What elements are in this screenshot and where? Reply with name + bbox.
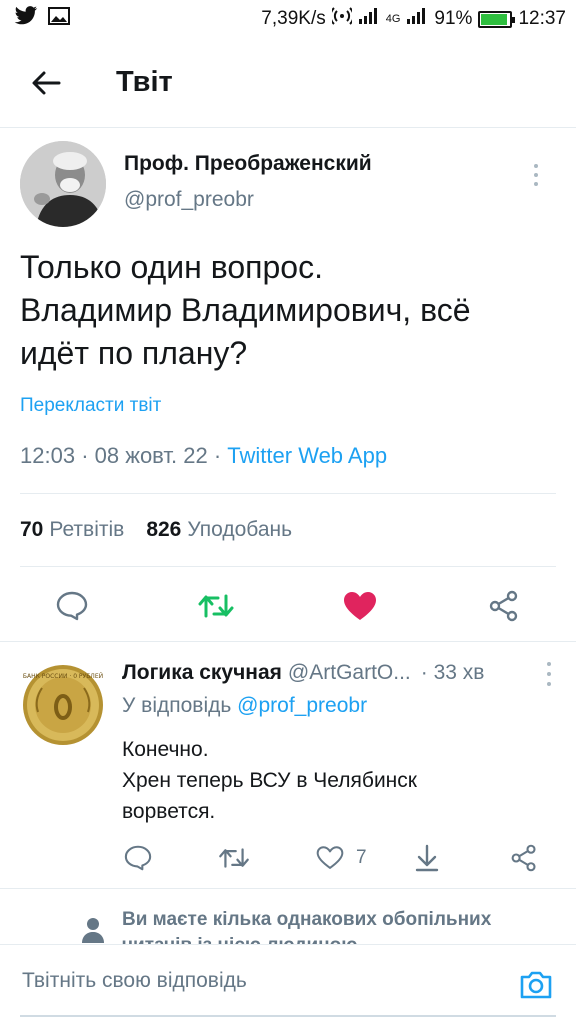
reply-reply-button[interactable] <box>124 840 152 876</box>
reply-text: Конечно. Хрен теперь ВСУ в Челябинск вор… <box>122 734 417 827</box>
hotspot-icon <box>329 7 355 31</box>
like-button[interactable] <box>340 586 380 626</box>
battery-icon <box>478 10 516 28</box>
signal-icon-2 <box>406 7 428 31</box>
tweet-meta: 12:03 · 08 жовт. 22 · Twitter Web App <box>20 443 388 468</box>
author-avatar[interactable] <box>20 141 106 227</box>
back-button[interactable] <box>16 53 76 113</box>
reply-to-line: У відповідь @prof_preobr <box>122 694 367 718</box>
reply-to-mention[interactable]: @prof_preobr <box>237 694 367 717</box>
app-header: Твіт <box>0 38 576 128</box>
reply-save-button[interactable] <box>414 840 440 876</box>
reply-author-name[interactable]: Логика скучная <box>122 661 282 685</box>
tweet-text: Только один вопрос. Владимир Владимирови… <box>20 246 556 375</box>
arrow-left-icon <box>32 71 61 94</box>
reply-text-line: Конечно. <box>122 738 209 761</box>
battery-fill <box>481 13 507 25</box>
mutual-text-line: читачів із цією людиною <box>122 933 542 944</box>
likes-stat[interactable]: 826 Уподобань <box>146 518 292 542</box>
reply-button[interactable] <box>52 586 92 626</box>
reply-header: Логика скучная @ArtGartO... · 33 хв <box>122 658 566 688</box>
translate-link[interactable]: Перекласти твіт <box>20 395 556 417</box>
retweets-stat[interactable]: 70 Ретвітів <box>20 518 124 542</box>
reply-compose-bar: Твітніть свою відповідь <box>0 944 576 1024</box>
reply-text-line: ворвется. <box>122 800 216 823</box>
tweet-stats: 70 Ретвітів 826 Уподобань <box>20 494 556 566</box>
author-name[interactable]: Проф. Преображенский <box>124 152 372 176</box>
heart-outline-icon <box>316 846 344 869</box>
comment-icon <box>124 845 152 871</box>
share-icon <box>511 844 536 872</box>
more-options-button[interactable] <box>526 160 546 190</box>
image-icon <box>48 7 70 31</box>
reply-tweet[interactable]: БАНК РОССИИ · 0 РУБЛЕЙ Логика скучная @A… <box>0 641 576 889</box>
likes-count: 826 <box>146 518 182 541</box>
twitter-bird-icon <box>14 6 38 32</box>
retweet-button[interactable] <box>196 586 236 626</box>
clock: 12:37 <box>518 8 566 29</box>
mutual-followers-notice[interactable]: Ви маєте кілька однакових обопільних чит… <box>0 889 576 944</box>
tweet-time: 12:03 <box>20 443 76 468</box>
page-title: Твіт <box>116 66 173 98</box>
camera-button[interactable] <box>516 965 556 1005</box>
main-tweet: Проф. Преображенский @prof_preobr Только… <box>0 128 576 644</box>
retweets-label: Ретвітів <box>49 518 125 541</box>
tweet-actions <box>20 566 556 644</box>
reply-more-options-button[interactable] <box>544 662 554 686</box>
reply-author-handle[interactable]: @ArtGartO... <box>288 661 411 685</box>
battery-percent: 91% <box>434 8 473 29</box>
network-type: 4G <box>385 13 401 25</box>
retweet-icon <box>219 848 249 868</box>
reply-time: · 33 хв <box>420 661 485 684</box>
share-icon <box>489 590 518 621</box>
tweet-text-line: идёт по плану? <box>20 335 248 371</box>
reply-retweet-button[interactable] <box>218 840 250 876</box>
reply-to-prefix: У відповідь <box>122 694 232 717</box>
camera-icon <box>520 971 552 999</box>
tweet-text-line: Только один вопрос. <box>20 249 323 285</box>
reply-share-button[interactable] <box>510 840 538 876</box>
tweet-text-line: Владимир Владимирович, всё <box>20 292 471 328</box>
retweets-count: 70 <box>20 518 44 541</box>
person-icon <box>82 917 104 944</box>
comment-icon <box>56 591 88 620</box>
retweet-icon <box>198 594 234 617</box>
reply-like-button[interactable]: 7 <box>316 840 367 876</box>
tweet-source[interactable]: Twitter Web App <box>227 443 387 468</box>
mutual-text-line: Ви маєте кілька однакових обопільних <box>122 909 492 930</box>
share-button[interactable] <box>484 586 524 626</box>
reply-actions: 7 <box>122 840 542 876</box>
status-bar: 7,39K/s 4G 91% 12:37 <box>0 0 576 38</box>
author-handle[interactable]: @prof_preobr <box>124 188 372 212</box>
reply-author-avatar[interactable]: БАНК РОССИИ · 0 РУБЛЕЙ <box>22 664 104 746</box>
tweet-author: Проф. Преображенский @prof_preobr <box>20 128 556 240</box>
compose-underline <box>20 1015 556 1017</box>
reply-compose-input[interactable]: Твітніть свою відповідь <box>22 969 247 993</box>
coin-text: БАНК РОССИИ · 0 РУБЛЕЙ <box>23 673 103 680</box>
arrow-down-icon <box>415 844 439 872</box>
reply-likes-count: 7 <box>356 847 367 868</box>
reply-text-line: Хрен теперь ВСУ в Челябинск <box>122 769 417 792</box>
likes-label: Уподобань <box>187 518 293 541</box>
signal-icon <box>358 7 380 31</box>
tweet-date: 08 жовт. 22 <box>94 443 208 468</box>
network-speed: 7,39K/s <box>261 8 326 29</box>
heart-icon <box>344 591 376 620</box>
mutual-followers-text: Ви маєте кілька однакових обопільних чит… <box>122 907 542 944</box>
